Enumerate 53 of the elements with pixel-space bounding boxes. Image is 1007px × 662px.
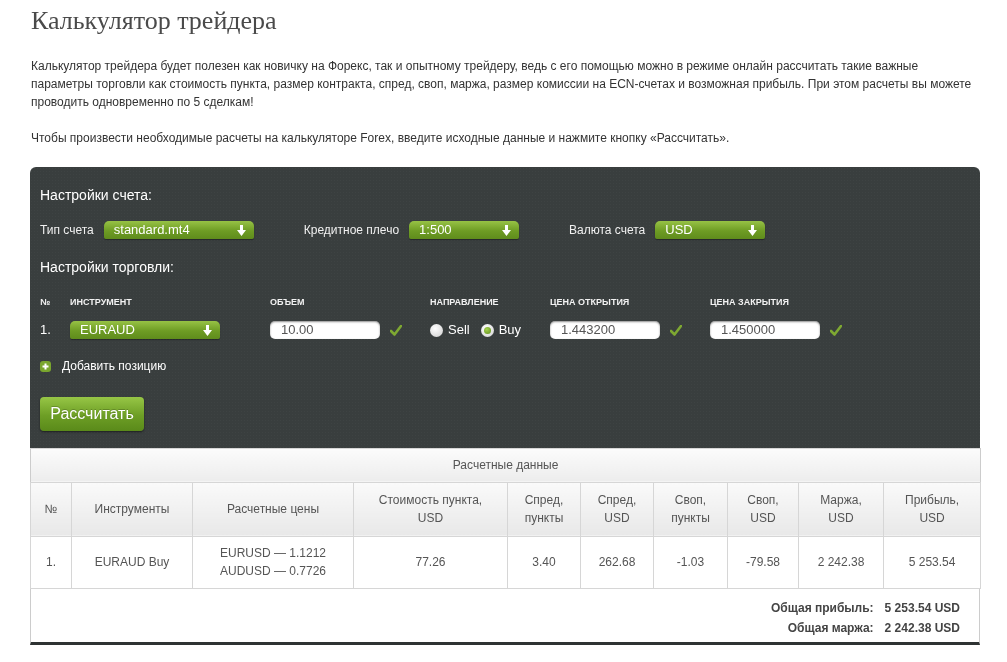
total-label: Общая прибыль: (770, 600, 874, 617)
column-header: Спред, пункты (507, 482, 581, 536)
column-label: НАПРАВЛЕНИЕ (430, 296, 499, 308)
open-price-field[interactable]: 1.443200 (550, 321, 660, 339)
table-cell: 77.26 (353, 536, 508, 588)
volume-field[interactable]: 10.00 (270, 321, 380, 339)
table-cell: 2 242.38 (798, 536, 884, 588)
row-number: 1. (40, 321, 51, 339)
table-cell: 5 253.54 (883, 536, 981, 588)
radio-label[interactable]: Sell (448, 321, 470, 339)
table-cell: EURUSD — 1.1212 AUDUSD — 0.7726 (192, 536, 354, 588)
arrow-down-icon (748, 224, 758, 236)
radio-button[interactable] (480, 323, 494, 337)
column-header: Маржа, USD (798, 482, 884, 536)
intro-paragraph: Калькулятор трейдера будет полезен как новичку на Форекс, так и опытному трейдеру, ведь с его помощью можно в режиме онлайн рассчитать такие важные параметры торговли как стоимость пункта, размер контракта, спред, своп, маржа, размер комиссии на ECN-счетах и возможная прибыль. При этом расчеты вы можете проводить одновременно по 5 сделкам! (31, 58, 973, 111)
column-header: № (30, 482, 72, 536)
table-cell: EURAUD Buy (71, 536, 193, 588)
column-label: ЦЕНА ОТКРЫТИЯ (550, 296, 630, 308)
section-heading: Настройки торговли: (40, 258, 174, 276)
table-cell: 3.40 (507, 536, 581, 588)
intro-paragraph: Чтобы произвести необходимые расчеты на калькуляторе Forex, введите исходные данные и нажмите кнопку «Рассчитать». (31, 130, 731, 147)
radio-button[interactable] (430, 323, 443, 337)
field-label: Тип счета (40, 222, 94, 239)
field-label: Кредитное плечо (303, 222, 400, 239)
field-label: Валюта счета (569, 222, 646, 239)
table-cell: -1.03 (653, 536, 728, 588)
column-header: Своп, пункты (653, 482, 728, 536)
add-position-link[interactable]: Добавить позицию (40, 359, 167, 373)
table-caption: Расчетные данные (30, 448, 981, 482)
column-header: Стоимость пункта, USD (353, 482, 508, 536)
arrow-down-icon (236, 224, 246, 236)
column-label: ОБЪЕМ (270, 296, 305, 308)
column-header: Спред, USD (580, 482, 654, 536)
table-cell: 1. (30, 536, 72, 588)
column-header: Прибыль, USD (883, 482, 981, 536)
radio-label[interactable]: Buy (498, 321, 522, 339)
close-price-field[interactable]: 1.450000 (710, 321, 820, 339)
column-header: Расчетные цены (192, 482, 354, 536)
column-label: ЦЕНА ЗАКРЫТИЯ (710, 296, 789, 308)
total-value: 2 242.38 USD (884, 621, 960, 637)
arrow-down-icon (203, 324, 212, 336)
total-label: Общая маржа: (786, 621, 874, 637)
column-header: Инструменты (71, 482, 193, 536)
arrow-down-icon (502, 224, 512, 236)
page-title: Калькулятор трейдера (31, 6, 278, 36)
column-header: Своп, USD (727, 482, 799, 536)
section-heading: Настройки счета: (40, 186, 152, 204)
column-label: ИНСТРУМЕНТ (70, 296, 132, 308)
column-label: № (40, 296, 51, 308)
table-cell: -79.58 (727, 536, 799, 588)
total-value: 5 253.54 USD (884, 600, 960, 617)
table-cell: 262.68 (580, 536, 654, 588)
plus-icon (40, 360, 51, 372)
